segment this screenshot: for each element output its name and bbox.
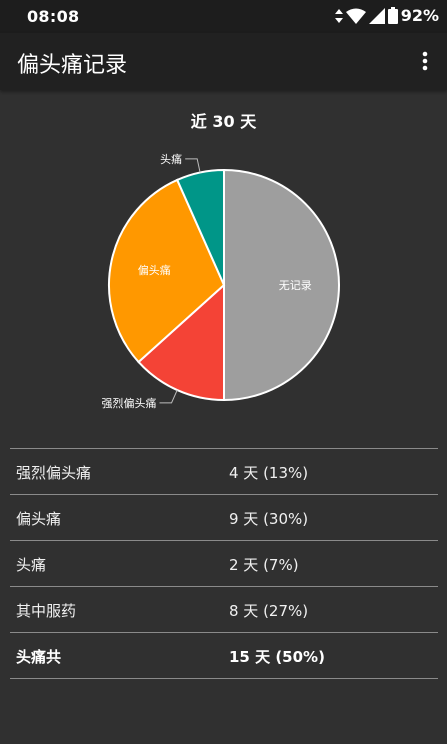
- data-arrows-icon: [334, 8, 343, 23]
- battery-icon: [387, 7, 398, 24]
- stats-row-severe-migraine: 强烈偏头痛 4 天 (13%): [10, 448, 438, 494]
- stats-value: 9 天 (30%): [229, 510, 309, 528]
- status-bar: 08:08 92%: [0, 0, 447, 33]
- stats-table: 强烈偏头痛 4 天 (13%) 偏头痛 9 天 (30%) 头痛 2 天 (7%…: [10, 448, 438, 679]
- more-vert-icon: [422, 51, 428, 71]
- stats-row-total: 头痛共 15 天 (50%): [10, 632, 438, 679]
- stats-label: 其中服药: [16, 602, 77, 620]
- stats-row-headache: 头痛 2 天 (7%): [10, 540, 438, 586]
- stats-label: 强烈偏头痛: [16, 464, 92, 482]
- stats-value: 4 天 (13%): [229, 464, 309, 482]
- stats-value: 15 天 (50%): [229, 648, 325, 666]
- pie-slice-label: 无记录: [279, 279, 312, 292]
- stats-value: 8 天 (27%): [229, 602, 309, 620]
- pie-slice-label: 强烈偏头痛: [102, 396, 157, 410]
- signal-icon: [368, 7, 385, 24]
- status-icons: 92%: [334, 6, 439, 25]
- pie-slice-label: 偏头痛: [138, 263, 171, 277]
- stats-row-medication: 其中服药 8 天 (27%): [10, 586, 438, 632]
- overflow-menu-button[interactable]: [413, 47, 437, 75]
- stats-label: 头痛共: [16, 648, 62, 666]
- pie-chart: 无记录 偏头痛强烈偏头痛 头痛: [102, 152, 340, 410]
- battery-percent: 92%: [400, 6, 439, 25]
- pie-leader-line: [159, 389, 178, 404]
- pie-leader-line: [185, 158, 201, 173]
- pie-slice-label: 头痛: [160, 152, 182, 166]
- status-time: 08:08: [27, 7, 80, 26]
- app-bar: 偏头痛记录: [0, 33, 447, 90]
- stats-value: 2 天 (7%): [229, 556, 299, 574]
- stats-label: 头痛: [16, 556, 47, 574]
- page-title: 偏头痛记录: [17, 53, 128, 78]
- stats-row-migraine: 偏头痛 9 天 (30%): [10, 494, 438, 540]
- wifi-icon: [345, 8, 366, 24]
- stats-label: 偏头痛: [16, 510, 62, 528]
